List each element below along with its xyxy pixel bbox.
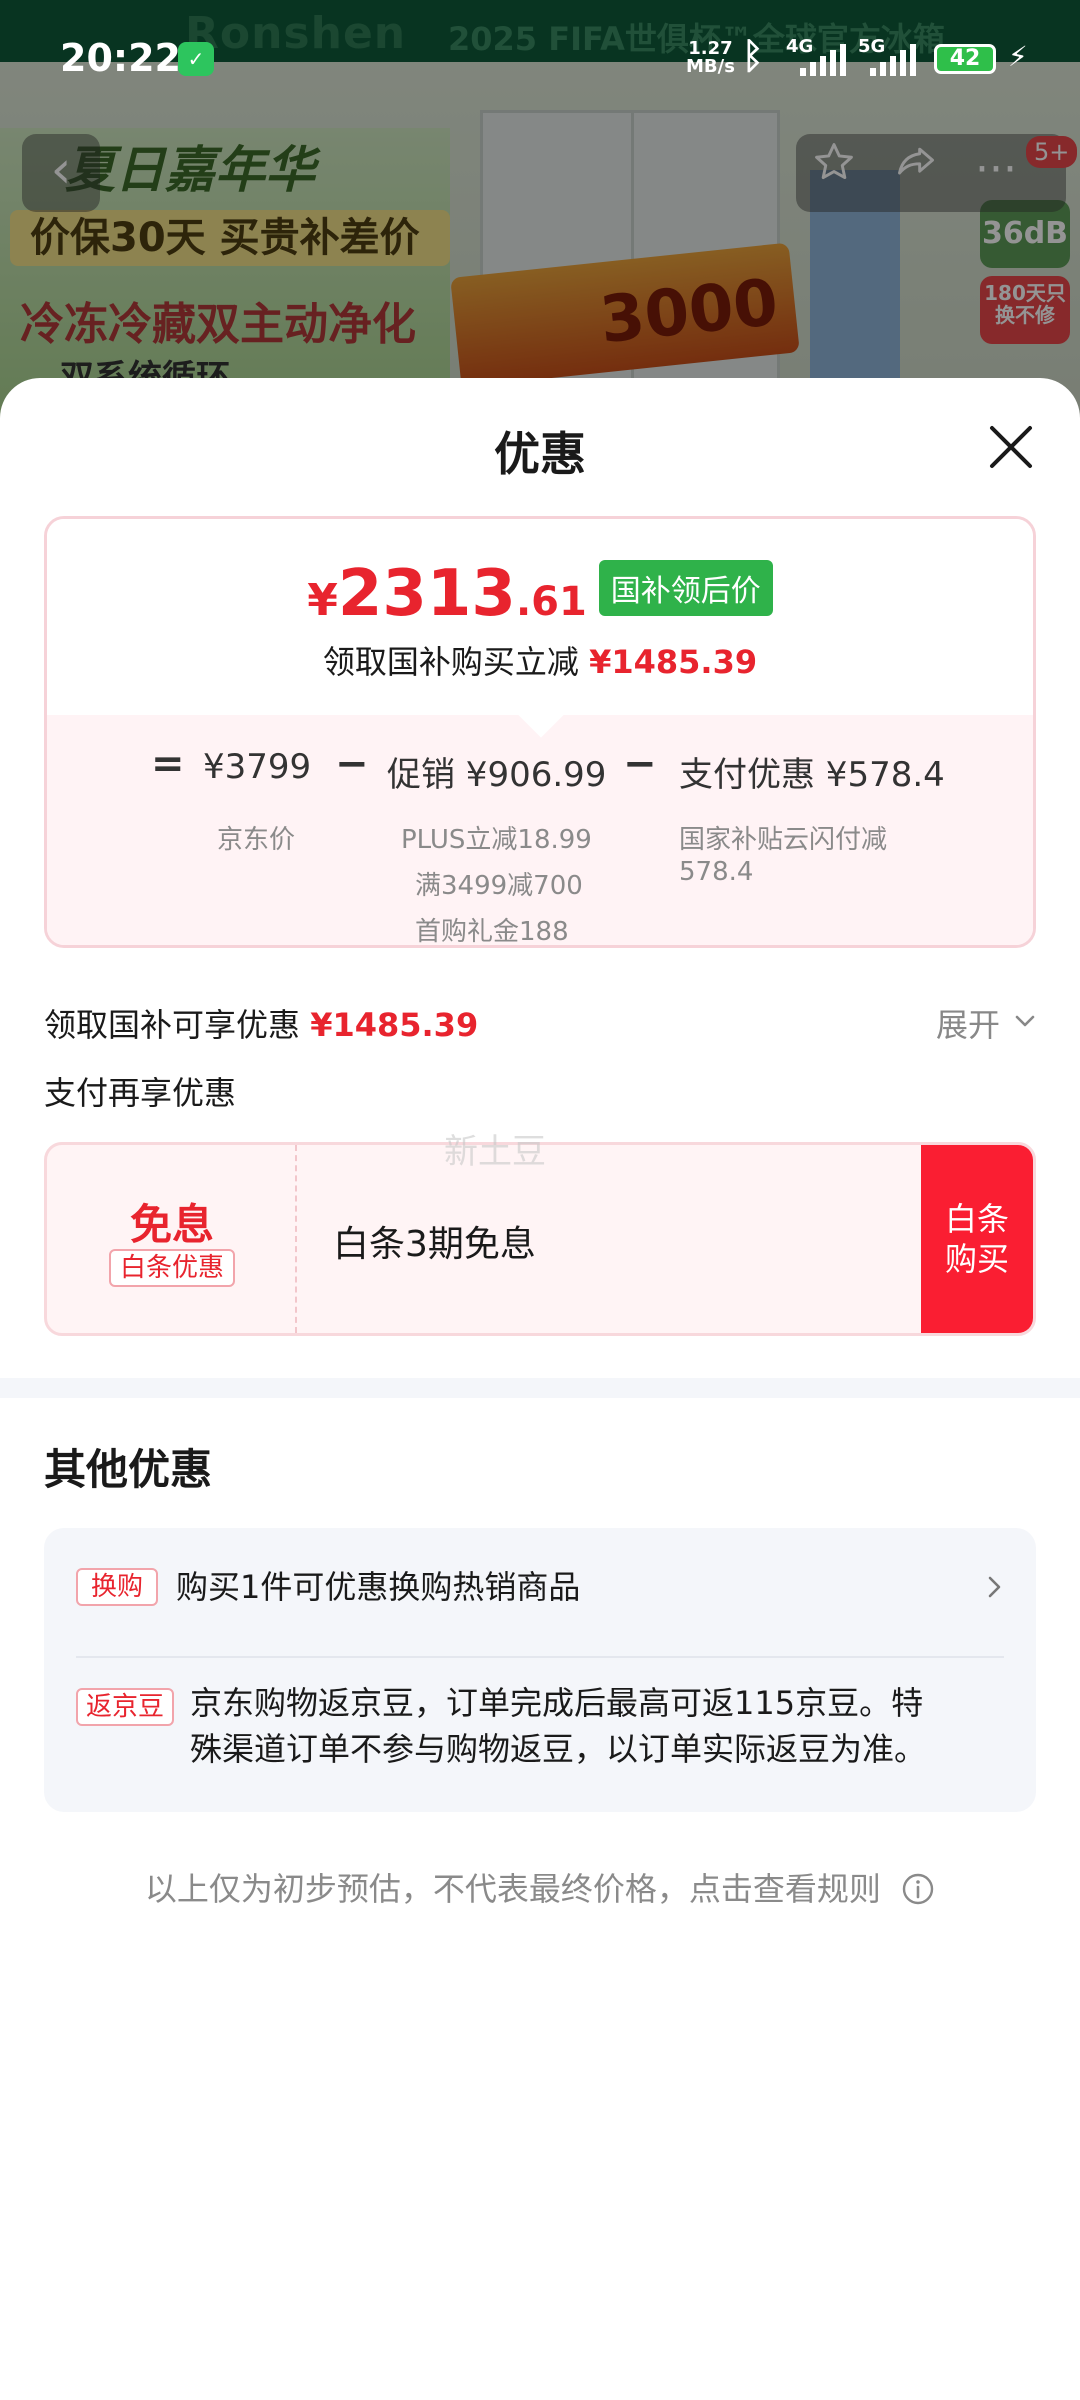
installment-badge-area: 免息 白条优惠 <box>47 1145 297 1333</box>
subsidy-discount-label: 领取国补可享优惠 <box>44 1006 301 1044</box>
final-price: ¥2313.61 国补领后价 <box>47 557 1033 631</box>
payment-note-amount: 578.4 <box>679 857 754 887</box>
price-subtitle: 领取国补购买立减 ¥1485.39 <box>47 637 1033 683</box>
baitiao-buy-label-line1: 白条 <box>944 1200 1009 1238</box>
price-decimal: .61 <box>515 579 587 625</box>
price-subtitle-label: 领取国补购买立减 <box>322 643 579 681</box>
interest-free-title: 免息 <box>129 1200 214 1249</box>
price-currency: ¥ <box>307 575 338 626</box>
network-speed-unit: MB/s <box>686 56 735 77</box>
network-speed: 1.27 MB/s <box>686 40 735 76</box>
pay-again-label: 支付再享优惠 <box>44 1074 237 1112</box>
exchange-text: 购买1件可优惠换购热销商品 <box>176 1568 581 1606</box>
subsidy-discount-amount: ¥1485.39 <box>310 1006 479 1044</box>
price-card: ¥2313.61 国补领后价 领取国补购买立减 ¥1485.39 = ¥3799 … <box>44 516 1036 948</box>
subsidy-price-tag: 国补领后价 <box>598 560 773 616</box>
clock: 20:22 <box>60 36 181 80</box>
close-icon[interactable] <box>986 422 1036 472</box>
equals-sign: = <box>151 741 185 787</box>
subsidy-discount-row: 领取国补可享优惠 ¥1485.39 <box>44 1000 478 1046</box>
expand-button[interactable]: 展开 <box>936 1000 1000 1046</box>
bluetooth-icon: ᛒ <box>742 36 764 77</box>
list-separator <box>76 1656 1004 1658</box>
section-divider <box>0 1378 1080 1398</box>
baitiao-offer-badge: 白条优惠 <box>109 1249 235 1287</box>
status-bar: 20:22 ✓ 1.27 MB/s ᛒ 4G 5G 42 ⚡ <box>0 0 1080 118</box>
chevron-right-icon[interactable] <box>982 1572 1006 1602</box>
jd-price-label: 京东价 <box>217 825 296 855</box>
signal-bars-icon-2 <box>870 44 916 76</box>
jingdou-tag: 返京豆 <box>76 1688 174 1726</box>
chevron-down-icon[interactable] <box>1012 1008 1038 1034</box>
exchange-tag: 换购 <box>76 1568 158 1606</box>
price-subtitle-amount: ¥1485.39 <box>589 643 758 681</box>
wechat-notification-icon: ✓ <box>178 42 214 76</box>
jd-price: ¥3799 <box>203 747 312 787</box>
rules-note-text[interactable]: 以上仅为初步预估，不代表最终价格，点击查看规则 <box>145 1870 881 1908</box>
minus-sign-1: − <box>335 741 369 787</box>
payment-note: 国家补贴云闪付减 <box>679 825 888 855</box>
price-summary: ¥2313.61 国补领后价 领取国补购买立减 ¥1485.39 <box>47 519 1033 715</box>
jingdou-text-line1: 京东购物返京豆，订单完成后最高可返115京豆。特 <box>190 1684 924 1722</box>
other-offers-title: 其他优惠 <box>44 1445 213 1494</box>
info-icon[interactable] <box>901 1872 935 1906</box>
charging-icon: ⚡ <box>1008 40 1028 73</box>
payment-discount: 支付优惠 ¥578.4 <box>679 755 945 795</box>
minus-sign-2: − <box>623 741 657 787</box>
battery-icon: 42 <box>934 44 996 74</box>
sheet-title: 优惠 <box>494 427 586 481</box>
promo-discount: 促销 ¥906.99 <box>387 755 607 795</box>
price-integer: 2313 <box>337 557 516 631</box>
watermark: 新土豆 <box>444 1132 546 1172</box>
rules-note[interactable]: 以上仅为初步预估，不代表最终价格，点击查看规则 <box>0 1864 1080 1910</box>
other-offers-card: 换购 购买1件可优惠换购热销商品 返京豆 京东购物返京豆，订单完成后最高可返11… <box>44 1528 1036 1812</box>
promo-note-threshold: 满3499减700 <box>415 871 583 901</box>
jingdou-text-line2: 殊渠道订单不参与购物返豆，以订单实际返豆为准。 <box>190 1730 927 1768</box>
installment-text: 白条3期免息 <box>333 1224 536 1265</box>
signal-bars-icon <box>800 44 846 76</box>
baitiao-buy-label-line2: 购买 <box>944 1240 1009 1278</box>
promo-note-plus: PLUS立减18.99 <box>401 825 592 855</box>
baitiao-buy-button[interactable]: 白条 购买 <box>921 1145 1033 1333</box>
promo-note-gift: 首购礼金188 <box>415 917 569 947</box>
discount-sheet: 优惠 ¥2313.61 国补领后价 领取国补购买立减 ¥1485.39 = ¥37… <box>0 378 1080 2400</box>
